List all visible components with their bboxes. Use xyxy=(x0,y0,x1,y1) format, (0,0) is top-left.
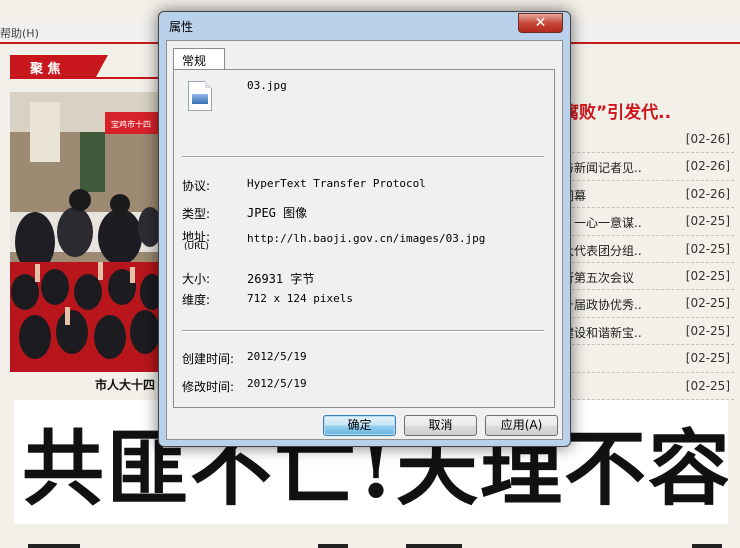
news-date: [02-25] xyxy=(685,378,730,393)
news-title[interactable]: 十届政协优秀.. xyxy=(562,296,642,313)
section-focus-tab[interactable]: 聚 焦 xyxy=(10,55,108,77)
modified-value: 2012/5/19 xyxy=(247,377,307,390)
list-item[interactable]: [02-26] xyxy=(562,126,734,154)
image-file-icon xyxy=(188,81,212,111)
list-item[interactable]: 行第五次会议 [02-25] xyxy=(562,263,734,291)
protocol-value: HyperText Transfer Protocol xyxy=(247,177,426,190)
address-sublabel: (URL) xyxy=(184,242,209,252)
news-date: [02-25] xyxy=(685,241,730,256)
dimensions-value: 712 x 124 pixels xyxy=(247,292,353,305)
news-date: [02-26] xyxy=(685,132,730,146)
photo-caption[interactable]: 市人大十四 xyxy=(95,376,155,393)
list-item[interactable]: 十届政协优秀.. [02-25] xyxy=(562,290,734,318)
news-title[interactable]: 建设和谐新宝.. xyxy=(562,324,642,341)
footer-heading-left xyxy=(28,544,80,548)
news-date: [02-26] xyxy=(685,186,730,201)
news-date: [02-25] xyxy=(685,323,730,338)
list-item[interactable]: 大代表团分组.. [02-25] xyxy=(562,236,734,263)
footer-heading-right xyxy=(406,544,462,548)
news-title[interactable]: 大代表团分组.. xyxy=(562,242,642,259)
cancel-button[interactable]: 取消 xyxy=(404,415,477,436)
list-item[interactable]: [02-25] xyxy=(562,345,734,373)
list-item[interactable]: 闭幕 [02-26] xyxy=(562,181,734,209)
headline-link[interactable]: 腐败”引发代.. xyxy=(562,98,671,123)
address-value: http://lh.baoji.gov.cn/images/03.jpg xyxy=(247,232,486,245)
list-item[interactable]: 与新闻记者见.. [02-26] xyxy=(562,153,734,181)
list-item[interactable]: ：一心一意谋.. [02-25] xyxy=(562,208,734,236)
news-list: [02-26] 与新闻记者见.. [02-26] 闭幕 [02-26] ：一心一意谋… xyxy=(562,126,734,400)
tab-general[interactable]: 常规 xyxy=(173,48,225,71)
list-item[interactable]: [02-25] xyxy=(562,373,734,400)
apply-button[interactable]: 应用(A) xyxy=(485,415,558,436)
news-photo[interactable]: 宝鸡市十四 xyxy=(10,92,160,372)
news-title[interactable]: ：一心一意谋.. xyxy=(562,214,642,231)
news-date: [02-25] xyxy=(685,296,730,311)
separator xyxy=(182,156,544,158)
separator xyxy=(182,330,544,332)
photo-sign-text: 宝鸡市十四 xyxy=(111,119,151,129)
created-value: 2012/5/19 xyxy=(247,350,307,363)
general-panel: 03.jpg 协议: HyperText Transfer Protocol 类… xyxy=(173,69,555,408)
news-date: [02-26] xyxy=(685,159,730,174)
section-label: 聚 焦 xyxy=(30,62,61,77)
dimensions-label: 维度: xyxy=(182,293,211,307)
size-label: 大小: xyxy=(182,272,211,286)
tab-general-label: 常规 xyxy=(182,54,207,68)
dialog-title: 属性 xyxy=(169,20,194,34)
news-date: [02-25] xyxy=(685,214,730,229)
news-date: [02-25] xyxy=(685,351,730,366)
dialog-body: 常规 03.jpg 协议: HyperText Transfer Protoco… xyxy=(166,40,563,440)
protocol-label: 协议: xyxy=(182,179,211,193)
ok-button[interactable]: 确定 xyxy=(323,415,396,436)
section-underline xyxy=(10,77,160,79)
type-value: JPEG 图像 xyxy=(247,206,308,220)
list-item[interactable]: 建设和谐新宝.. [02-25] xyxy=(562,318,734,346)
meeting-photo-image: 宝鸡市十四 xyxy=(10,92,160,372)
close-icon: ✕ xyxy=(534,15,547,31)
modified-label: 修改时间: xyxy=(182,380,235,394)
footer-more-right xyxy=(692,544,722,548)
news-date: [02-25] xyxy=(685,268,730,283)
menu-help[interactable]: 帮助(H) xyxy=(0,25,39,41)
news-title[interactable]: 与新闻记者见.. xyxy=(562,159,642,176)
size-value: 26931 字节 xyxy=(247,272,315,286)
news-title[interactable]: 行第五次会议 xyxy=(562,269,634,286)
footer-more-left xyxy=(318,544,348,548)
close-button[interactable]: ✕ xyxy=(518,13,563,33)
file-name: 03.jpg xyxy=(247,79,287,92)
created-label: 创建时间: xyxy=(182,352,235,366)
footer-strip xyxy=(0,530,740,548)
properties-dialog[interactable]: 属性 ✕ 常规 03.jpg 协议: HyperText Transfer Pr… xyxy=(158,11,571,447)
type-label: 类型: xyxy=(182,207,211,221)
